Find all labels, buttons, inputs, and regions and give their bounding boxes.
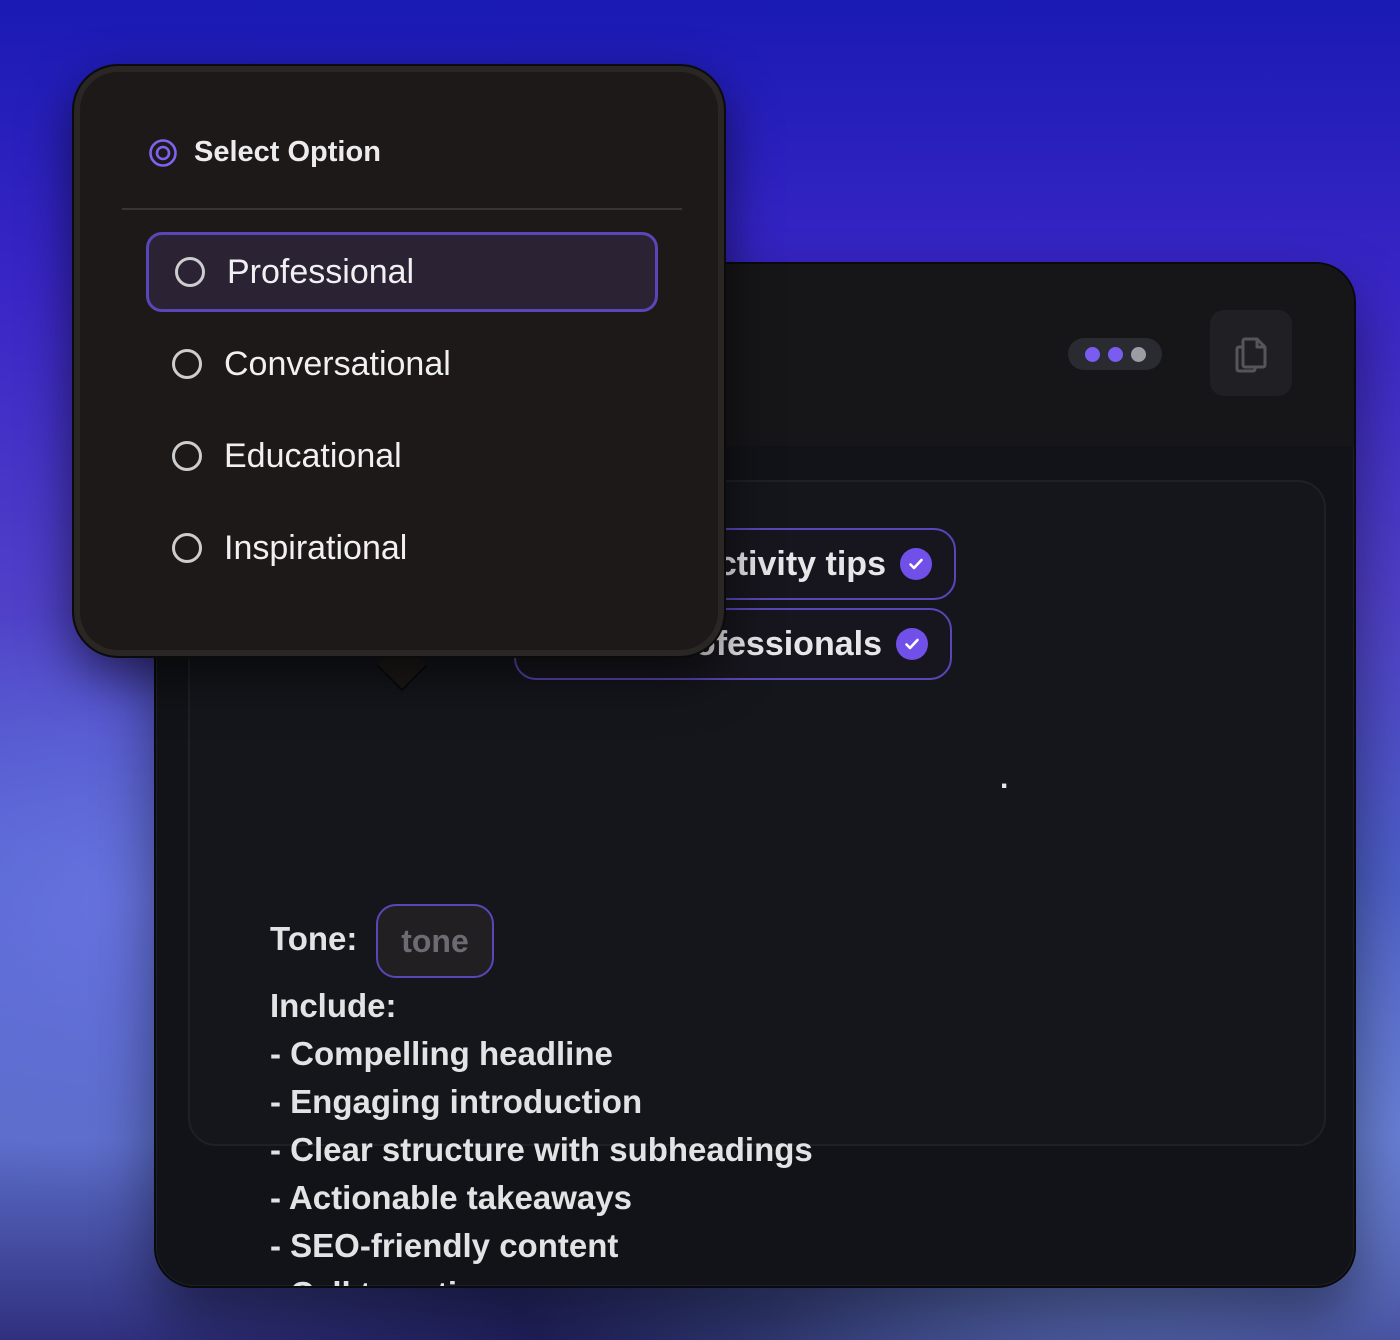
option-label: Educational: [224, 436, 402, 475]
chip-label: ofessionals: [694, 624, 882, 663]
check-icon: [900, 548, 932, 580]
include-line: Include:: [270, 987, 397, 1024]
radio-icon: [172, 533, 202, 563]
period-text: .: [1000, 762, 1009, 795]
dot-icon: [1130, 346, 1146, 362]
target-radio-icon: [149, 138, 177, 167]
dot-icon: [1107, 346, 1123, 362]
copy-icon: [1235, 337, 1267, 373]
include-line: - Actionable takeaways: [270, 1179, 632, 1216]
option-label: Conversational: [224, 344, 451, 383]
chip-label: ctivity tips: [717, 544, 886, 583]
option-inspirational[interactable]: Inspirational: [146, 508, 658, 588]
divider: [122, 208, 682, 210]
include-line: - Engaging introduction: [270, 1083, 643, 1120]
check-icon: [896, 628, 928, 660]
include-line: - SEO-friendly content: [270, 1227, 619, 1264]
option-label: Inspirational: [224, 528, 408, 567]
radio-icon: [172, 441, 202, 471]
option-label: Professional: [227, 252, 415, 291]
include-list: Include: - Compelling headline - Engagin…: [270, 982, 813, 1286]
radio-icon: [175, 257, 205, 287]
include-line: - Clear structure with subheadings: [270, 1131, 813, 1168]
popover-header: Select Option: [148, 136, 381, 169]
popover-title: Select Option: [194, 136, 381, 168]
include-line: - Compelling headline: [270, 1035, 613, 1072]
tone-variable-chip[interactable]: tone: [376, 904, 494, 978]
copy-button[interactable]: [1210, 310, 1292, 396]
tone-label: Tone:: [270, 920, 358, 957]
radio-icon: [172, 349, 202, 379]
include-line: - Call to action: [270, 1270, 813, 1286]
dot-icon: [1084, 346, 1100, 362]
option-professional[interactable]: Professional: [146, 232, 658, 312]
select-option-popover: Select Option Professional Conversationa…: [72, 64, 726, 658]
more-options-button[interactable]: [1068, 338, 1162, 370]
option-educational[interactable]: Educational: [146, 416, 658, 496]
option-conversational[interactable]: Conversational: [146, 324, 658, 404]
